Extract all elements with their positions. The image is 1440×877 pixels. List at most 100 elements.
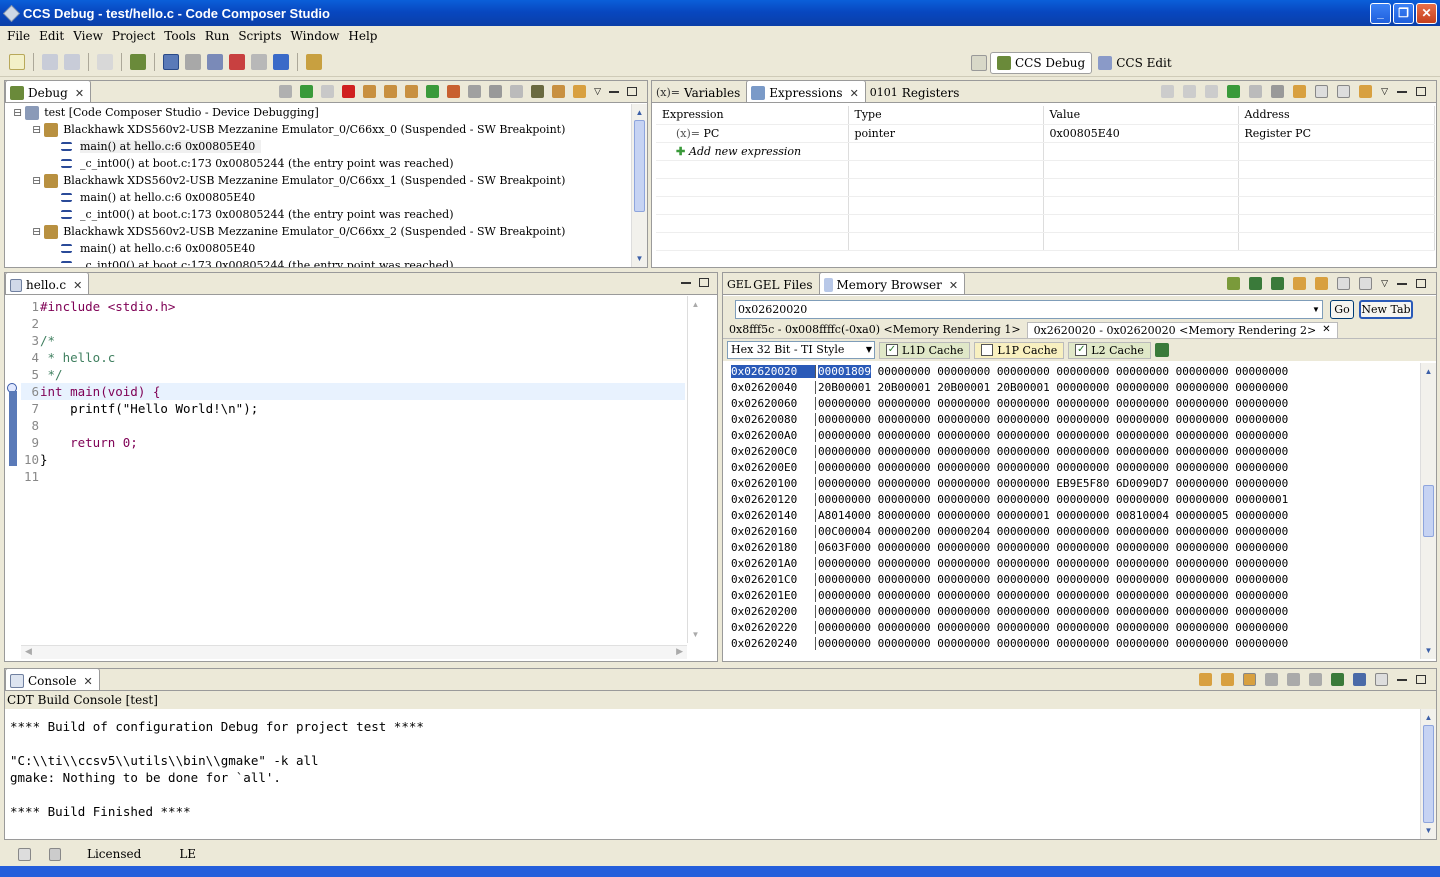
restore-button[interactable]: ❐ bbox=[1393, 3, 1414, 24]
next-error-icon[interactable] bbox=[1199, 673, 1212, 686]
memory-row[interactable]: 0x026200A0 00000000 00000000 00000000 000… bbox=[723, 427, 1419, 443]
clear-console-icon[interactable] bbox=[1309, 673, 1322, 686]
memory-row[interactable]: 0x02620160 00C00004 00000200 00000204 000… bbox=[723, 523, 1419, 539]
save-all-icon[interactable] bbox=[64, 53, 80, 70]
tab-gel-files[interactable]: GEL GEL Files bbox=[723, 272, 819, 294]
close-tab-icon[interactable]: ✕ bbox=[83, 675, 92, 688]
minimize-button[interactable]: _ bbox=[1370, 3, 1391, 24]
collapse-toggle-icon[interactable]: ⊟ bbox=[13, 106, 22, 119]
selected-memory-cell[interactable]: 00001809 bbox=[818, 364, 871, 378]
memory-row[interactable]: 0x026200C0 00000000 00000000 00000000 000… bbox=[723, 443, 1419, 459]
display-console-icon[interactable] bbox=[1353, 673, 1366, 686]
refresh-icon[interactable] bbox=[552, 85, 566, 98]
link-icon[interactable] bbox=[1243, 673, 1256, 686]
column-header-value[interactable]: Value bbox=[1043, 106, 1239, 125]
minimize-view-icon[interactable] bbox=[609, 90, 619, 93]
restart-icon[interactable] bbox=[468, 85, 482, 98]
add-expression-row[interactable]: ✚ Add new expression bbox=[656, 142, 1435, 161]
minimize-view-icon[interactable] bbox=[1397, 678, 1407, 681]
remove-terminated-icon[interactable] bbox=[279, 85, 293, 98]
maximize-view-icon[interactable] bbox=[1416, 675, 1426, 684]
close-tab-icon[interactable]: ✕ bbox=[949, 279, 958, 292]
console-output[interactable]: **** Build of configuration Debug for pr… bbox=[10, 719, 1416, 835]
tab-debug[interactable]: Debug ✕ bbox=[5, 80, 92, 102]
tab-expressions[interactable]: Expressions ✕ bbox=[746, 80, 866, 102]
editor-scrollbar[interactable]: ▲ ▼ bbox=[687, 296, 703, 643]
fast-view-icon[interactable] bbox=[18, 847, 31, 861]
save-memory-icon[interactable] bbox=[1271, 277, 1285, 290]
memory-row[interactable]: 0x02620120 00000000 00000000 00000000 000… bbox=[723, 491, 1419, 507]
step-into-icon[interactable] bbox=[363, 85, 377, 98]
continuous-refresh-icon[interactable] bbox=[1359, 85, 1373, 98]
perspective-ccs-debug[interactable]: CCS Debug bbox=[990, 52, 1093, 74]
debug-tree-item[interactable]: _c_int00() at boot.c:173 0x00805244 (the… bbox=[13, 206, 630, 223]
memory-row[interactable]: 0x02620100 00000000 00000000 00000000 000… bbox=[723, 475, 1419, 491]
column-header-type[interactable]: Type bbox=[848, 106, 1044, 125]
memory-scrollbar[interactable]: ▲ ▼ bbox=[1420, 363, 1436, 659]
memory-row[interactable]: 0x02620220 00000000 00000000 00000000 000… bbox=[723, 619, 1419, 635]
breakpoint-icon[interactable] bbox=[229, 53, 245, 70]
memory-row[interactable]: 0x02620040 20B00001 20B00001 20B00001 20B… bbox=[723, 379, 1419, 395]
suspend-icon[interactable] bbox=[321, 85, 335, 98]
tab-console[interactable]: Console ✕ bbox=[5, 668, 100, 690]
menu-item-project[interactable]: Project bbox=[107, 29, 159, 43]
menu-item-scripts[interactable]: Scripts bbox=[233, 29, 285, 43]
load-memory-icon[interactable] bbox=[1249, 277, 1263, 290]
tab-variables[interactable]: (x)= Variables bbox=[652, 80, 746, 102]
pin-console-icon[interactable] bbox=[1331, 673, 1344, 686]
debug-tree-item[interactable]: ⊟ Blackhawk XDS560v2-USB Mezzanine Emulat… bbox=[13, 223, 630, 240]
tab-memory-rendering-1[interactable]: 0x8fff5c - 0x008ffffc(-0xa0) <Memory Ren… bbox=[723, 322, 1027, 338]
maximize-view-icon[interactable] bbox=[699, 278, 709, 287]
previous-error-icon[interactable] bbox=[1221, 673, 1234, 686]
add-expression-icon[interactable] bbox=[1227, 85, 1241, 98]
new-view-icon[interactable] bbox=[1315, 85, 1329, 98]
close-tab-icon[interactable]: ✕ bbox=[73, 279, 82, 292]
column-header-address[interactable]: Address bbox=[1238, 106, 1435, 125]
step-over-icon[interactable] bbox=[384, 85, 398, 98]
address-input[interactable]: 0x02620020 bbox=[735, 300, 1323, 319]
debug-tree-item[interactable]: ⊟ test [Code Composer Studio - Device Deb… bbox=[13, 104, 630, 121]
menu-item-tools[interactable]: Tools bbox=[159, 29, 200, 43]
menu-item-help[interactable]: Help bbox=[343, 29, 381, 43]
maximize-view-icon[interactable] bbox=[627, 87, 637, 96]
memory-row[interactable]: 0x02620180 0603F000 00000000 00000000 000… bbox=[723, 539, 1419, 555]
print-icon[interactable] bbox=[97, 53, 113, 70]
collapse-all-icon[interactable] bbox=[1161, 85, 1175, 98]
view-menu-icon[interactable]: ▽ bbox=[594, 86, 601, 97]
collapse-toggle-icon[interactable]: ⊟ bbox=[32, 225, 41, 238]
console-scrollbar[interactable]: ▲ ▼ bbox=[1420, 709, 1436, 839]
open-console-icon[interactable] bbox=[1375, 673, 1388, 686]
go-button[interactable]: Go bbox=[1330, 300, 1354, 319]
view-menu-icon[interactable]: ▽ bbox=[1381, 86, 1388, 97]
memory-status-icon[interactable] bbox=[49, 847, 61, 861]
minimize-view-icon[interactable] bbox=[681, 281, 691, 284]
close-tab-icon[interactable]: ✕ bbox=[75, 87, 84, 100]
minimize-view-icon[interactable] bbox=[1397, 90, 1407, 93]
remove-all-icon[interactable] bbox=[1271, 85, 1285, 98]
memory-row[interactable]: 0x026200E0 00000000 00000000 00000000 000… bbox=[723, 459, 1419, 475]
tab-registers[interactable]: 0101 Registers bbox=[866, 80, 966, 102]
open-perspective-icon[interactable] bbox=[971, 55, 987, 71]
refresh-memory-icon[interactable] bbox=[1227, 277, 1241, 290]
refresh-icon[interactable] bbox=[1293, 85, 1307, 98]
disconnect-icon[interactable] bbox=[185, 53, 201, 70]
debug-scrollbar[interactable]: ▲ ▼ bbox=[631, 104, 647, 267]
scroll-lock-icon[interactable] bbox=[1287, 673, 1300, 686]
load-program-icon[interactable] bbox=[207, 53, 223, 70]
pin-icon[interactable] bbox=[1337, 85, 1351, 98]
reset-icon[interactable] bbox=[447, 85, 461, 98]
maximize-view-icon[interactable] bbox=[1416, 87, 1426, 96]
debug-tree-item[interactable]: _c_int00() at boot.c:173 0x00805244 (the… bbox=[13, 155, 630, 172]
perspective-ccs-edit[interactable]: CCS Edit bbox=[1092, 53, 1178, 73]
debug-tree-item[interactable]: _c_int00() at boot.c:173 0x00805244 (the… bbox=[13, 257, 630, 267]
cpu-icon[interactable] bbox=[531, 85, 545, 98]
terminate-icon[interactable] bbox=[342, 85, 356, 98]
copy-icon[interactable] bbox=[1265, 673, 1278, 686]
column-header-expression[interactable]: Expression bbox=[656, 106, 849, 125]
minimize-view-icon[interactable] bbox=[1397, 282, 1407, 285]
code-area[interactable]: 1 #include <stdio.h> 2 3/* 4 * hello.c 5 */6 i… bbox=[21, 298, 685, 643]
debug-tree-item[interactable]: ⊟ Blackhawk XDS560v2-USB Mezzanine Emulat… bbox=[13, 172, 630, 189]
menu-item-file[interactable]: File bbox=[2, 29, 34, 43]
collapse-toggle-icon[interactable]: ⊟ bbox=[32, 123, 41, 136]
run-config-icon[interactable] bbox=[273, 53, 289, 70]
